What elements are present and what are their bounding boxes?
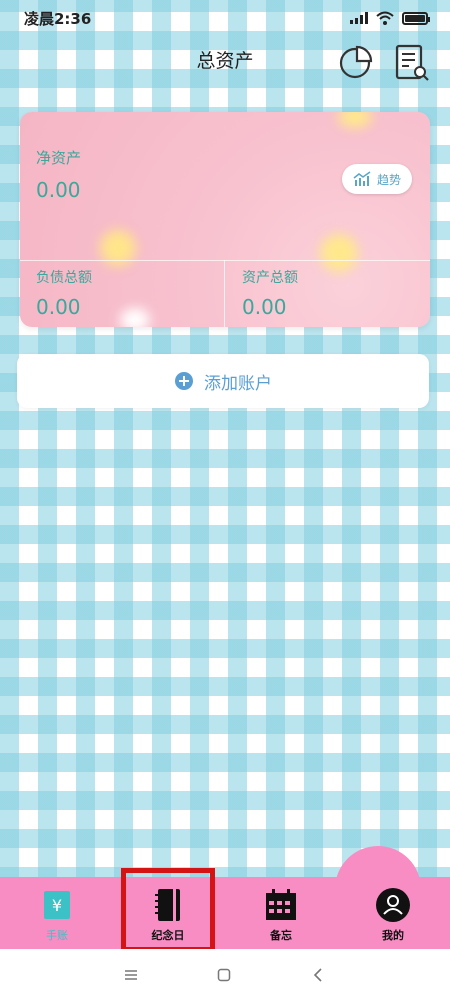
nav-item-memo[interactable]: 备忘	[236, 877, 326, 949]
nav-label-mine: 我的	[382, 929, 404, 942]
net-assets-value: 0.00	[36, 178, 81, 202]
battery-icon	[402, 11, 430, 25]
home-square-icon	[217, 968, 231, 982]
highlight-box	[121, 868, 215, 952]
signal-icon	[350, 12, 368, 24]
asset-summary-card: 净资产 0.00 趋势 负债总额 0.00 资产总额 0.00	[20, 112, 430, 327]
svg-text:¥: ¥	[52, 896, 62, 915]
status-bar: 凌晨2:36	[0, 0, 450, 36]
asset-total-value: 0.00	[242, 295, 287, 319]
net-assets-label: 净资产	[36, 149, 82, 167]
back-icon	[313, 968, 322, 982]
calendar-icon	[266, 889, 296, 920]
bill-search-icon	[395, 44, 429, 81]
system-nav-bar	[0, 949, 450, 1000]
nav-label-ledger: 手账	[46, 929, 68, 942]
bottom-nav: ¥ 手账 纪念日 备忘 我的	[0, 877, 450, 949]
liability-total-value: 0.00	[36, 295, 81, 319]
page-title: 总资产	[196, 50, 254, 72]
status-icons	[350, 11, 430, 25]
bill-search-button[interactable]	[394, 44, 430, 82]
add-account-label: 添加账户	[204, 373, 272, 394]
card-divider	[224, 260, 225, 327]
decor-blob	[120, 308, 150, 327]
home-button[interactable]	[213, 964, 235, 986]
decor-blob	[338, 112, 372, 128]
profile-icon	[376, 888, 410, 922]
liability-total-label: 负债总额	[36, 270, 92, 286]
decor-blob	[320, 234, 358, 272]
menu-icon	[125, 970, 137, 980]
status-time: 凌晨2:36	[24, 9, 92, 28]
header: 总资产	[0, 36, 450, 84]
plus-circle-icon	[175, 372, 193, 390]
pie-chart-icon	[339, 45, 373, 79]
menu-button[interactable]	[120, 964, 142, 986]
pie-chart-button[interactable]	[338, 44, 374, 82]
wifi-icon	[376, 11, 394, 25]
trend-label: 趋势	[376, 172, 401, 187]
card-divider	[20, 260, 430, 261]
asset-total-label: 资产总额	[242, 270, 298, 286]
back-button[interactable]	[307, 964, 329, 986]
trend-chart-icon	[353, 171, 371, 186]
nav-item-mine[interactable]: 我的	[348, 877, 438, 949]
nav-label-memo: 备忘	[270, 929, 292, 942]
add-account-button[interactable]: 添加账户	[17, 354, 429, 408]
trend-button[interactable]: 趋势	[342, 164, 412, 194]
nav-item-ledger[interactable]: ¥ 手账	[12, 877, 102, 949]
ledger-yen-icon: ¥	[44, 891, 70, 919]
